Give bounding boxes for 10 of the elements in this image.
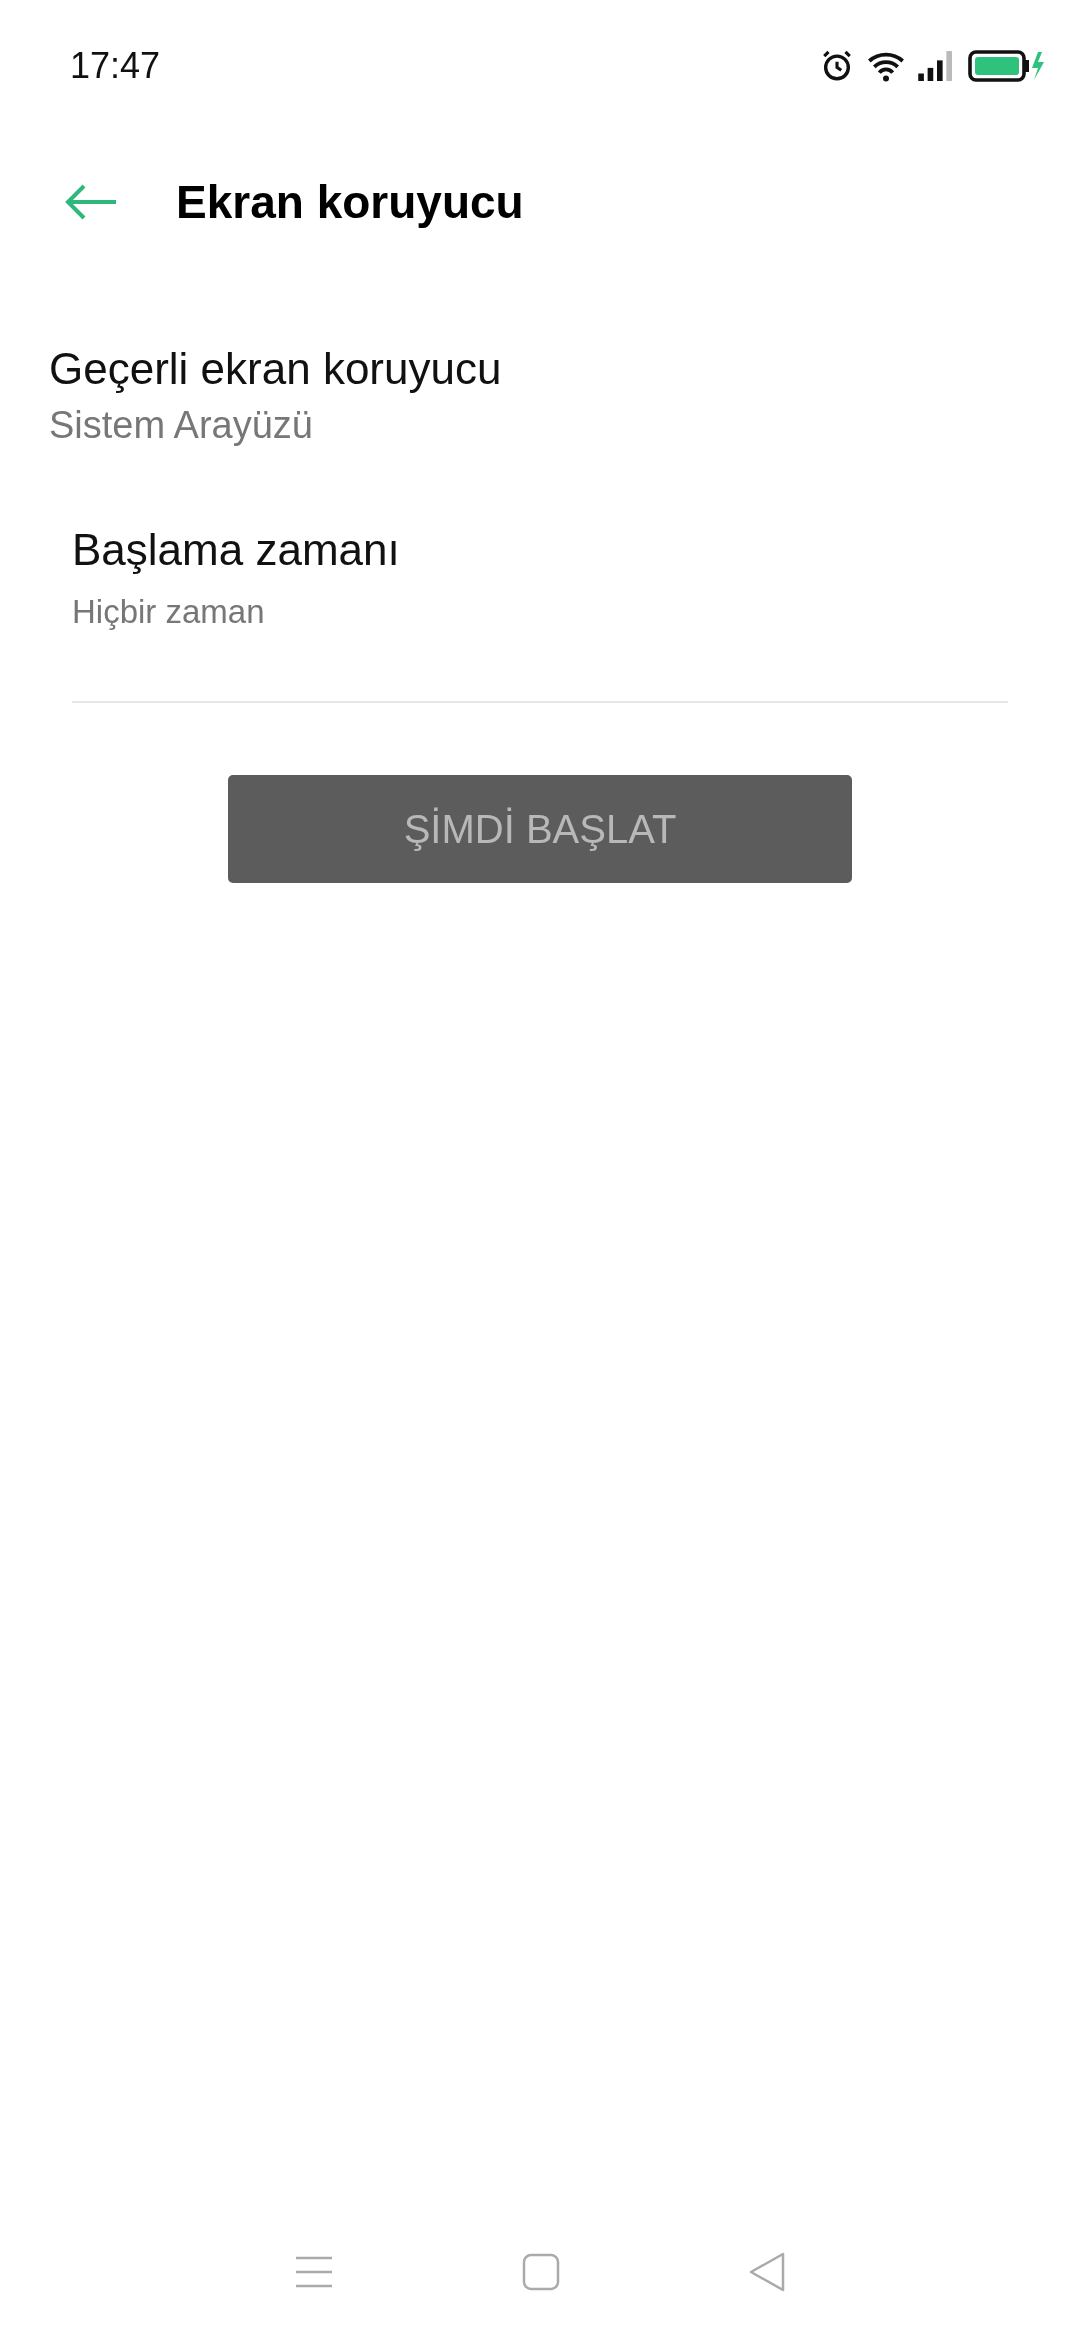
home-icon[interactable] — [522, 2253, 560, 2291]
menu-icon[interactable] — [294, 2255, 334, 2289]
back-icon[interactable] — [748, 2252, 786, 2292]
page-title: Ekran koruyucu — [176, 175, 524, 229]
setting-title[interactable]: Başlama zamanı — [72, 525, 1008, 575]
setting-summary: Sistem Arayüzü — [49, 404, 314, 447]
battery-charging-icon — [968, 50, 1044, 82]
status-time: 17:47 — [70, 45, 161, 87]
setting-summary: Hiçbir zaman — [72, 593, 266, 631]
setting-title[interactable]: Geçerli ekran koruyucu — [49, 344, 1031, 394]
